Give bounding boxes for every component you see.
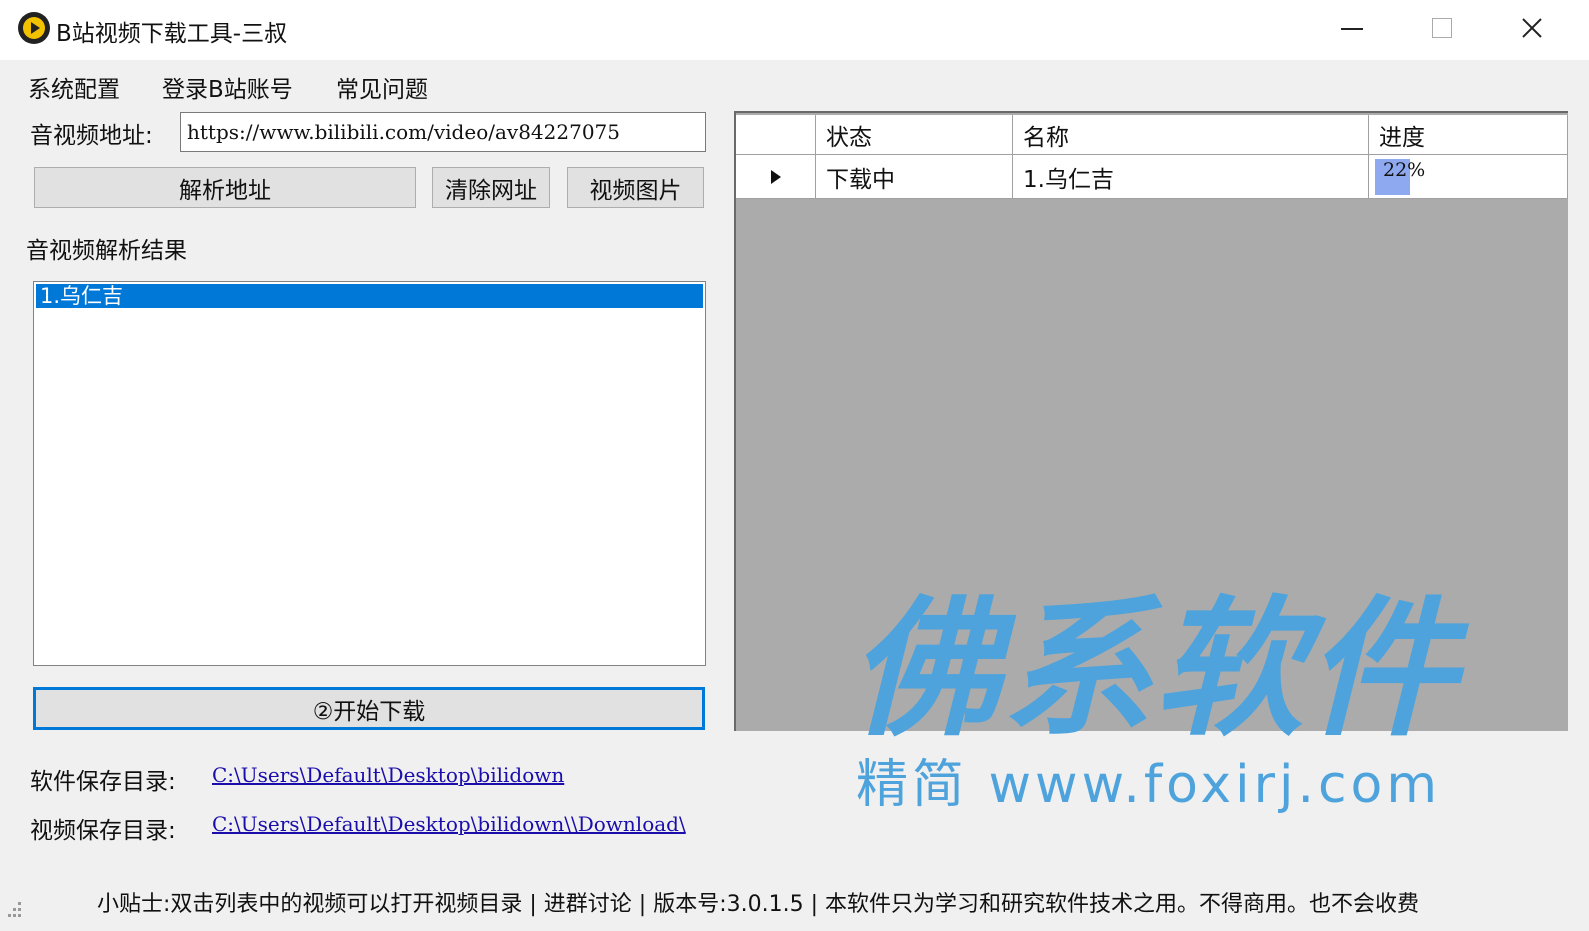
column-header-name[interactable]: 名称 [1013,115,1369,155]
row-selector[interactable] [736,155,816,199]
parse-url-button[interactable]: 解析地址 [34,167,416,208]
app-icon [18,12,50,44]
maximize-button[interactable] [1398,0,1486,56]
clear-url-button[interactable]: 清除网址 [432,167,550,208]
current-row-icon [770,169,781,184]
watermark-sub: 精简 www.foxirj.com [856,755,1442,815]
title-bar: B站视频下载工具-三叔 [0,0,1589,60]
start-download-button[interactable]: ②开始下载 [33,687,705,730]
window-title: B站视频下载工具-三叔 [56,21,288,47]
cell-status: 下载中 [816,155,1013,199]
progress-text: 22% [1383,159,1426,181]
menu-system-config[interactable]: 系统配置 [28,70,120,104]
resize-grip-icon[interactable] [4,900,24,922]
url-input[interactable] [180,112,706,152]
column-header-progress[interactable]: 进度 [1369,115,1568,155]
software-dir-label: 软件保存目录: [30,769,176,795]
minimize-icon [1341,28,1363,30]
close-button[interactable] [1488,0,1576,56]
maximize-icon [1432,18,1452,38]
url-label: 音视频地址: [30,123,153,149]
video-dir-link[interactable]: C:\Users\Default\Desktop\bilidown\\Downl… [212,812,686,836]
software-dir-link[interactable]: C:\Users\Default\Desktop\bilidown [212,763,564,787]
column-header-status[interactable]: 状态 [816,115,1013,155]
video-image-button[interactable]: 视频图片 [567,167,704,208]
results-listbox[interactable]: 1.乌仁吉 [33,281,706,666]
minimize-button[interactable] [1308,0,1396,56]
status-text: 小贴士:双击列表中的视频可以打开视频目录 | 进群讨论 | 版本号:3.0.1.… [97,892,1419,917]
results-label: 音视频解析结果 [26,238,187,264]
cell-name: 1.乌仁吉 [1013,155,1369,199]
close-icon [1522,18,1542,38]
cell-progress: 22% [1369,155,1568,199]
watermark-main: 佛系软件 [850,583,1459,757]
table-row[interactable]: 下载中 1.乌仁吉 22% [736,155,1568,199]
menu-faq[interactable]: 常见问题 [336,70,428,104]
row-header-corner [736,115,816,155]
grid-header: 状态 名称 进度 [736,115,1568,155]
list-item[interactable]: 1.乌仁吉 [36,284,703,308]
menu-login-account[interactable]: 登录B站账号 [162,70,293,104]
video-dir-label: 视频保存目录: [30,818,176,844]
